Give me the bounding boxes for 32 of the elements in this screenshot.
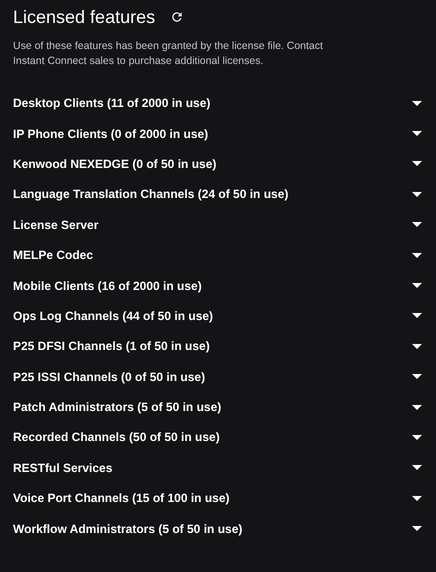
caret-icon — [412, 496, 422, 501]
feature-row[interactable]: Language Translation Channels (24 of 50 in use) — [13, 179, 423, 210]
caret-icon — [412, 313, 422, 318]
feature-row[interactable]: Voice Port Channels (15 of 100 in use) — [13, 483, 423, 514]
feature-row[interactable]: Workflow Administrators (5 of 50 in use) — [13, 513, 423, 544]
caret-icon — [412, 222, 422, 228]
feature-row[interactable]: IP Phone Clients (0 of 2000 in use) — [13, 118, 423, 149]
feature-row[interactable]: Patch Administrators (5 of 50 in use) — [13, 392, 423, 422]
caret-icon — [412, 192, 422, 197]
feature-row[interactable]: Desktop Clients (11 of 2000 in use) — [13, 88, 423, 118]
feature-row[interactable]: RESTful Services — [13, 452, 423, 484]
feature-row[interactable]: Mobile Clients (16 of 2000 in use) — [13, 270, 423, 301]
caret-icon — [412, 526, 422, 532]
feature-row[interactable]: P25 DFSI Channels (1 of 50 in use) — [13, 331, 423, 362]
feature-row[interactable]: License Server — [13, 210, 423, 240]
caret-icon — [412, 465, 422, 470]
page-title: Licensed features — [13, 6, 156, 29]
caret-icon — [412, 434, 422, 440]
feature-row[interactable]: MELPe Codec — [13, 240, 423, 270]
caret-icon — [412, 404, 422, 410]
feature-row[interactable]: P25 ISSI Channels (0 of 50 in use) — [13, 362, 423, 392]
description-text: Use of these features has been granted by the license file. Contact Instant Connect sales to purchase additional licenses. — [13, 39, 323, 69]
feature-row[interactable]: Kenwood NEXEDGE (0 of 50 in use) — [13, 148, 423, 180]
caret-icon — [412, 131, 422, 136]
caret-icon — [412, 161, 422, 166]
caret-icon — [412, 283, 422, 288]
feature-row[interactable]: Ops Log Channels (44 of 50 in use) — [13, 300, 423, 332]
caret-icon — [412, 252, 422, 258]
caret-icon — [412, 100, 422, 106]
caret-icon — [412, 344, 422, 349]
feature-row[interactable]: Recorded Channels (50 of 50 in use) — [13, 422, 423, 453]
caret-icon — [412, 374, 422, 380]
